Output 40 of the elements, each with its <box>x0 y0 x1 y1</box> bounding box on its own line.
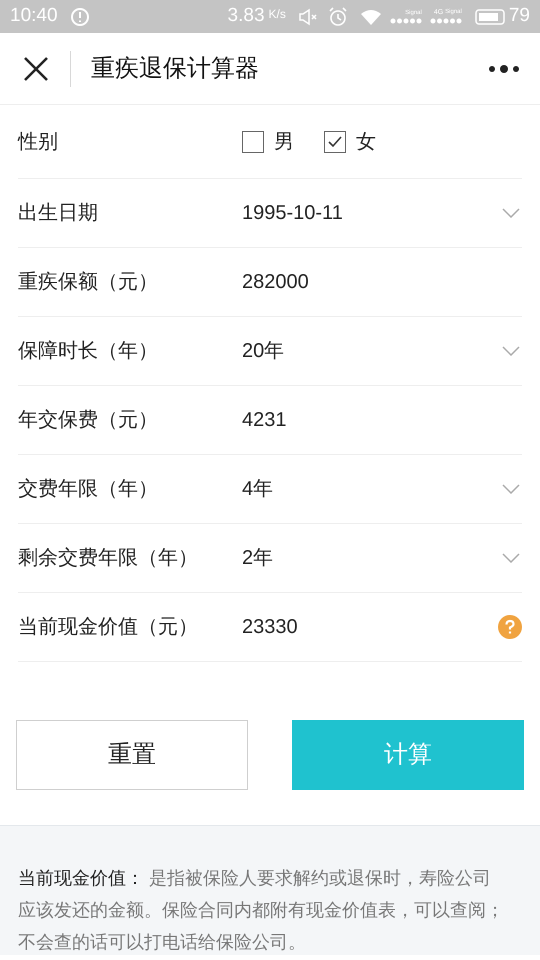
option-label: 男 <box>274 130 294 154</box>
battery-level: 79 <box>508 4 530 28</box>
field-label: 年交保费（元） <box>18 408 159 433</box>
reset-button[interactable]: 重置 <box>16 720 248 790</box>
input-field[interactable]: 23330 <box>242 612 298 642</box>
dropdown-field[interactable]: 20年 <box>242 336 284 366</box>
input-field[interactable]: 4231 <box>242 405 286 435</box>
battery-icon <box>474 8 506 24</box>
checkmark-icon <box>327 134 343 148</box>
field-label: 出生日期 <box>18 201 99 226</box>
clock-time: 10:40 <box>10 4 58 28</box>
dropdown-field[interactable]: 4年 <box>242 474 274 504</box>
field-label: 保障时长（年） <box>18 339 159 364</box>
checkbox[interactable] <box>242 130 264 152</box>
dropdown-field[interactable]: 1995-10-11 <box>242 198 343 228</box>
speed-unit: K/s <box>268 6 286 22</box>
chevron-down-icon <box>502 553 520 563</box>
mute-icon <box>298 8 318 26</box>
signal-dots-icon <box>390 18 422 24</box>
field-label: 剩余交费年限（年） <box>18 546 199 571</box>
alert-icon <box>70 6 90 26</box>
chevron-down-icon <box>502 208 520 218</box>
field-label: 重疾保额（元） <box>18 270 159 295</box>
field-label: 交费年限（年） <box>18 477 159 502</box>
field-label: 性别 <box>18 130 59 154</box>
page-title: 重疾退保计算器 <box>91 54 259 84</box>
wifi-icon <box>360 8 382 26</box>
field-label: 当前现金价值（元） <box>18 615 199 640</box>
network-speed: 3.83 <box>228 4 265 28</box>
signal-dots-icon <box>430 18 462 24</box>
chevron-down-icon <box>502 484 520 494</box>
option-label: 女 <box>356 130 376 154</box>
dropdown-field[interactable]: 2年 <box>242 543 274 573</box>
checkbox[interactable] <box>324 130 346 152</box>
chevron-down-icon <box>502 346 520 356</box>
alarm-clock-icon <box>328 6 348 26</box>
cash-value-note: 当前现金价值： 是指被保险人要求解约或退保时，寿险公司应该发还的金额。保险合同内都附有现金价值表，可以查阅；不会查的话可以打电话给保险公司。 <box>18 867 505 954</box>
input-field[interactable]: 282000 <box>242 267 309 297</box>
close-icon <box>23 56 49 82</box>
more-icon <box>488 64 520 72</box>
